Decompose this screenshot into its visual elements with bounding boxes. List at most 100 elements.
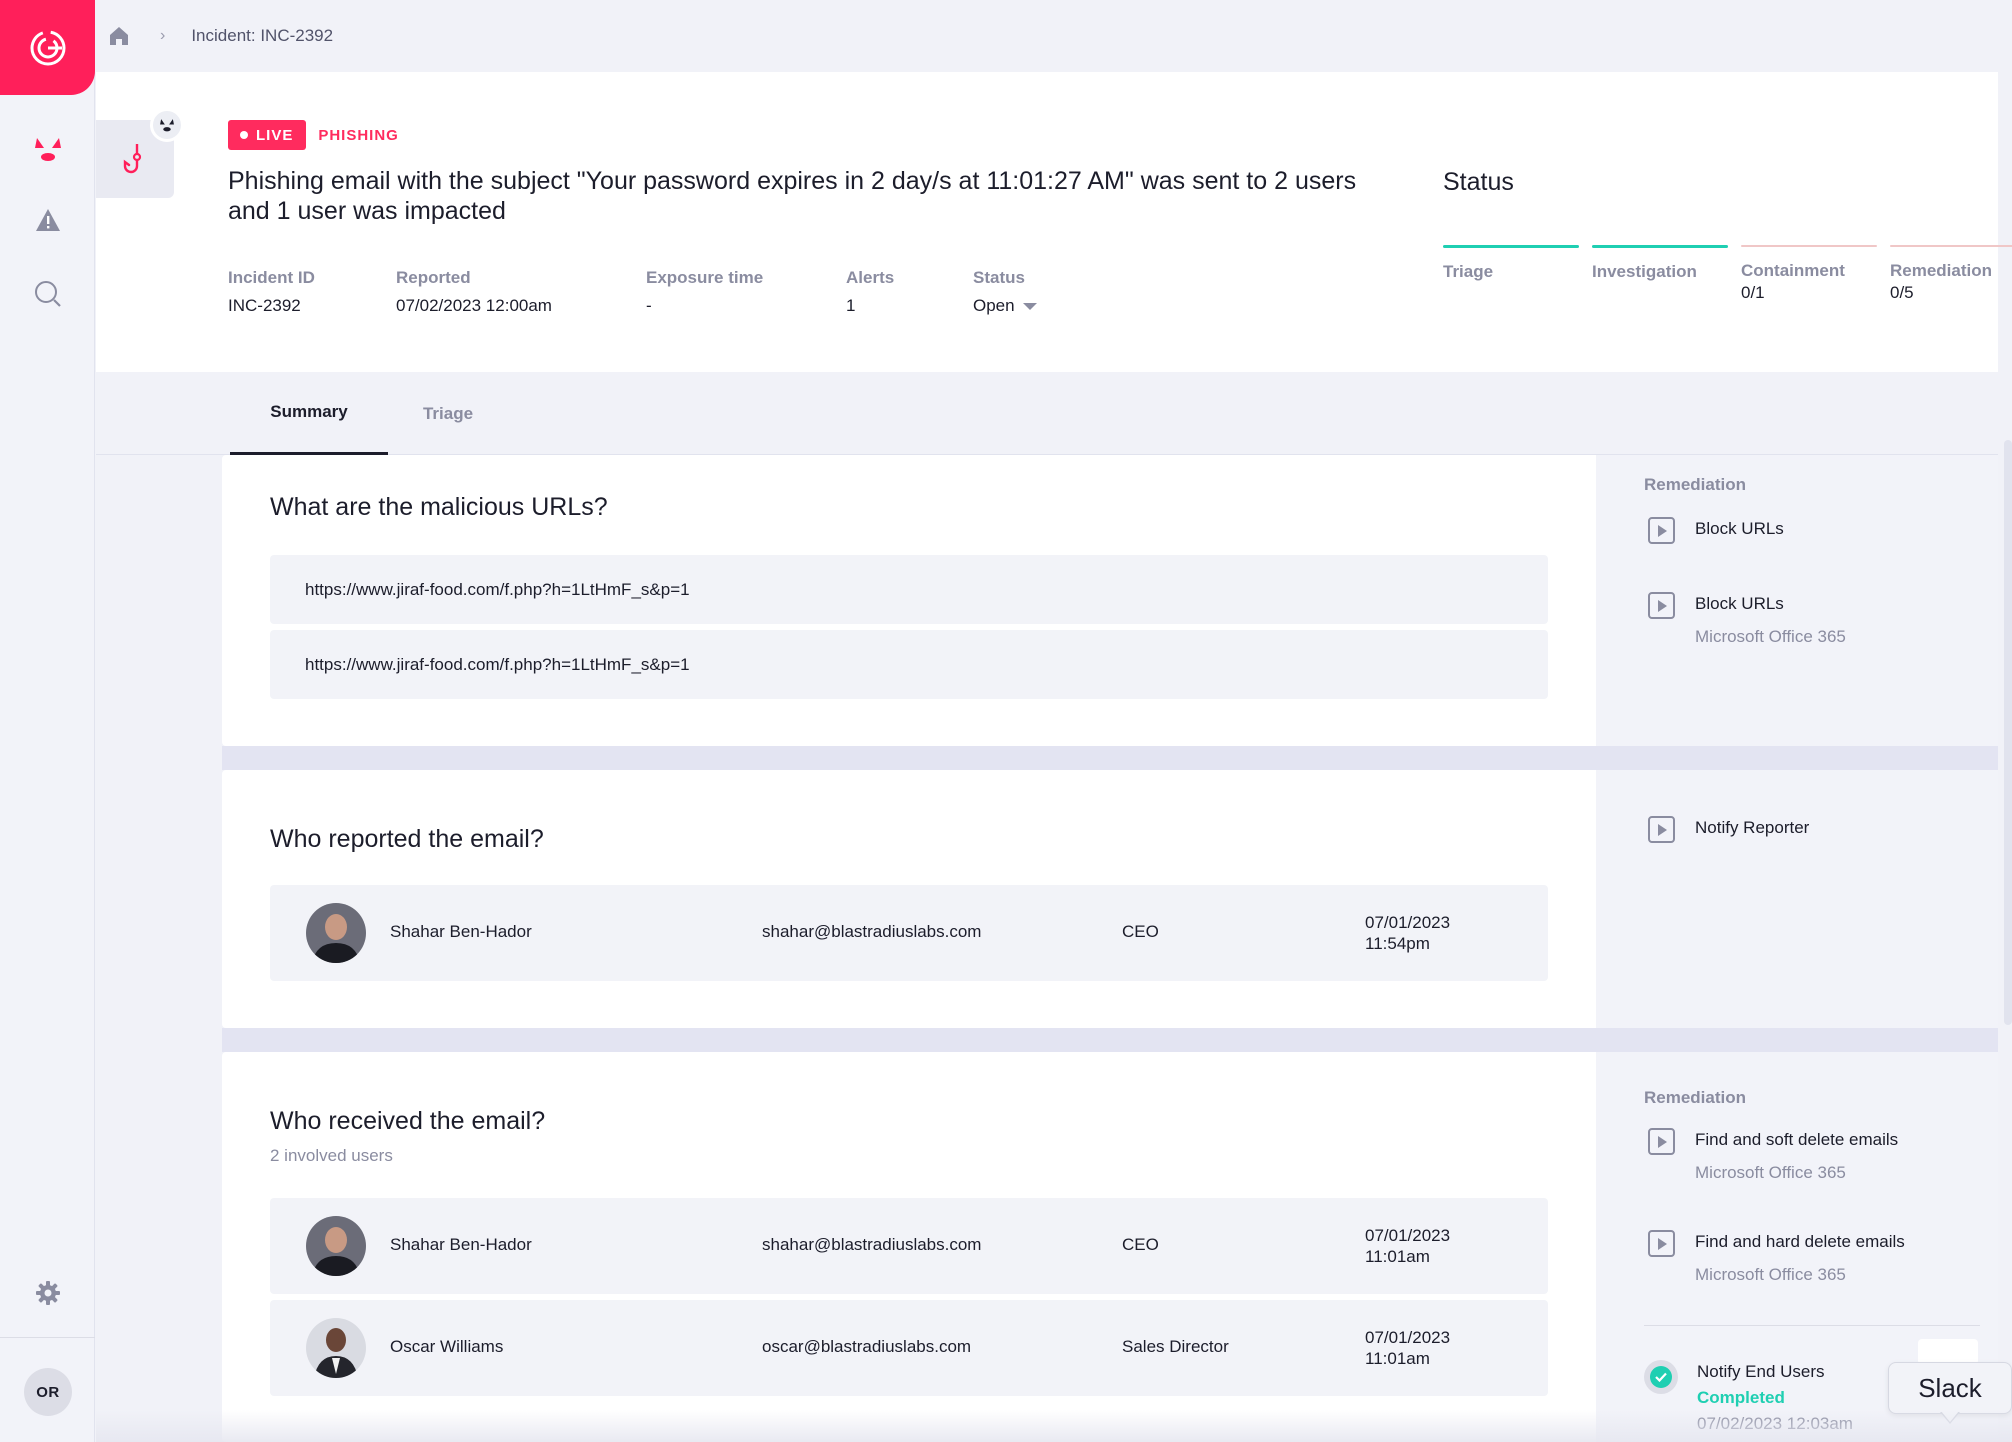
meta-value: 1 — [846, 296, 856, 315]
meta-reported: Reported 07/02/2023 12:00am — [396, 268, 646, 316]
person-email: shahar@blastradiuslabs.com — [762, 1235, 982, 1254]
time: 11:01am — [1365, 1349, 1430, 1368]
sidebar: OR — [0, 0, 95, 1442]
stage-label: Triage — [1443, 262, 1494, 281]
date: 07/01/2023 — [1365, 913, 1451, 932]
meta-status: Status Open — [973, 268, 1113, 316]
action-block-urls-o365[interactable]: Block URLs Microsoft Office 365 — [1648, 592, 1846, 647]
stage-label: Remediation — [1890, 261, 1993, 280]
stage-count: 0/5 — [1890, 283, 1914, 302]
stage-progress-bar — [1890, 245, 2012, 247]
action-block-urls[interactable]: Block URLs — [1648, 517, 1784, 544]
sidebar-item-settings[interactable] — [0, 1280, 95, 1306]
person-avatar-icon — [306, 1216, 366, 1276]
user-avatar[interactable]: OR — [24, 1368, 72, 1416]
person-timestamp: 07/01/2023 11:54pm — [1365, 912, 1485, 954]
play-icon — [1648, 1128, 1675, 1155]
stage-label: Containment — [1741, 261, 1845, 280]
incident-type-label: PHISHING — [318, 126, 399, 144]
url-item[interactable]: https://www.jiraf-food.com/f.php?h=1LtHm… — [270, 630, 1548, 699]
section-recipients: Who received the email? 2 involved users… — [222, 1052, 1998, 1442]
action-label: Block URLs — [1695, 519, 1784, 538]
home-icon[interactable] — [108, 25, 130, 47]
avatar — [306, 903, 366, 963]
section-actions: Notify Reporter — [1596, 770, 1998, 1028]
radiation-icon — [34, 138, 61, 161]
chevron-right-icon: › — [160, 27, 166, 44]
stage-label: Investigation — [1592, 262, 1697, 281]
section-divider — [222, 1028, 1998, 1052]
section-title: What are the malicious URLs? — [270, 493, 608, 521]
person-avatar-icon — [306, 1318, 366, 1378]
sidebar-item-search[interactable] — [0, 280, 95, 308]
meta-exposure-time: Exposure time - — [646, 268, 846, 316]
breadcrumb: › Incident: INC-2392 — [96, 0, 2012, 72]
person-row[interactable]: Shahar Ben-Hador shahar@blastradiuslabs.… — [270, 885, 1548, 981]
action-timestamp: 07/02/2023 12:03am — [1697, 1414, 1853, 1433]
side-heading: Remediation — [1644, 1088, 1747, 1107]
tab-bar: Summary Triage — [96, 372, 1998, 455]
status-dropdown[interactable]: Open — [973, 296, 1113, 316]
section-subtitle: 2 involved users — [270, 1146, 393, 1165]
action-label: Find and hard delete emails — [1695, 1232, 1905, 1251]
search-icon — [34, 281, 61, 307]
sidebar-item-incidents[interactable] — [0, 136, 95, 162]
meta-label: Incident ID — [228, 268, 315, 287]
caret-down-icon — [1022, 302, 1037, 310]
live-badge: LIVE — [228, 120, 307, 150]
section-title: Who reported the email? — [270, 825, 544, 853]
person-role: CEO — [1122, 922, 1159, 941]
action-label: Notify Reporter — [1695, 818, 1810, 837]
action-notify-end-users[interactable]: Notify End Users Completed 07/02/2023 12… — [1644, 1360, 1853, 1434]
side-divider — [1644, 1325, 1980, 1326]
scrollbar[interactable] — [2004, 440, 2012, 1025]
live-dot-icon — [240, 131, 248, 139]
app-logo[interactable] — [0, 0, 95, 95]
person-row[interactable]: Oscar Williams oscar@blastradiuslabs.com… — [270, 1300, 1548, 1396]
status-title: Status — [1443, 168, 1514, 196]
play-icon — [1648, 592, 1675, 619]
person-timestamp: 07/01/2023 11:01am — [1365, 1225, 1485, 1267]
url-item[interactable]: https://www.jiraf-food.com/f.php?h=1LtHm… — [270, 555, 1548, 624]
person-avatar-icon — [306, 903, 366, 963]
person-name: Shahar Ben-Hador — [390, 1235, 532, 1254]
tab-summary[interactable]: Summary — [230, 372, 388, 455]
tab-triage[interactable]: Triage — [388, 372, 508, 455]
action-hard-delete[interactable]: Find and hard delete emails Microsoft Of… — [1648, 1230, 1905, 1285]
meta-value: INC-2392 — [228, 296, 301, 315]
meta-label: Exposure time — [646, 268, 764, 287]
incident-meta: Incident ID INC-2392 Reported 07/02/2023… — [228, 268, 1113, 316]
section-divider — [222, 746, 1998, 770]
date: 07/01/2023 — [1365, 1226, 1451, 1245]
section-main: What are the malicious URLs? https://www… — [222, 455, 1596, 746]
person-row[interactable]: Shahar Ben-Hador shahar@blastradiuslabs.… — [270, 1198, 1548, 1294]
stage-progress-bar — [1741, 245, 1877, 247]
stage-containment: Containment 0/1 — [1741, 245, 1877, 303]
side-heading: Remediation — [1644, 475, 1747, 494]
action-soft-delete[interactable]: Find and soft delete emails Microsoft Of… — [1648, 1128, 1898, 1183]
breadcrumb-current: Incident: INC-2392 — [191, 26, 334, 45]
tooltip-arrow-inner — [1941, 1411, 1959, 1422]
incident-tags: LIVE PHISHING — [228, 120, 399, 150]
date: 07/01/2023 — [1365, 1328, 1451, 1347]
incident-header: LIVE PHISHING Phishing email with the su… — [96, 72, 2012, 372]
play-icon — [1648, 816, 1675, 843]
stage-investigation: Investigation — [1592, 245, 1728, 303]
stage-remediation: Remediation 0/5 — [1890, 245, 2012, 303]
section-main: Who received the email? 2 involved users… — [222, 1052, 1596, 1442]
action-label: Block URLs — [1695, 594, 1784, 613]
radiation-icon — [160, 119, 174, 132]
tooltip: Slack — [1888, 1362, 2012, 1414]
meta-label: Reported — [396, 268, 471, 287]
person-timestamp: 07/01/2023 11:01am — [1365, 1327, 1485, 1369]
action-notify-reporter[interactable]: Notify Reporter — [1648, 816, 1810, 843]
stage-progress-bar — [1592, 245, 1728, 248]
avatar — [306, 1216, 366, 1276]
meta-alerts: Alerts 1 — [846, 268, 973, 316]
severity-badge — [150, 108, 184, 142]
action-status: Completed — [1697, 1388, 1785, 1407]
sidebar-item-alerts[interactable] — [0, 208, 95, 232]
section-actions: Remediation Block URLs Block URLs Micros… — [1596, 455, 1998, 746]
status-dropdown-value: Open — [973, 296, 1015, 315]
live-label: LIVE — [256, 126, 294, 144]
